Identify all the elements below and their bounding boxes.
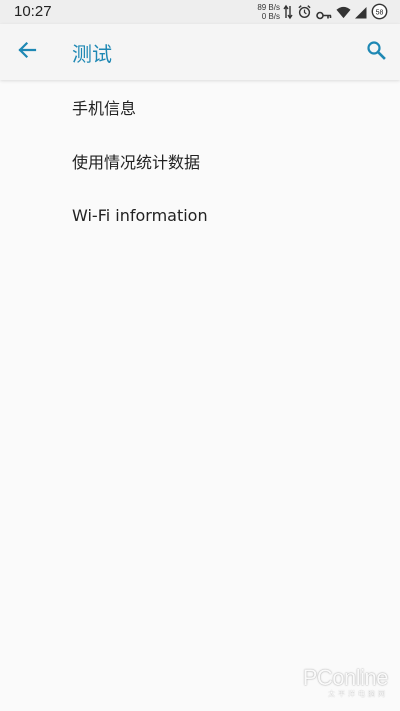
watermark-text: PConline <box>302 665 389 690</box>
vpn-key-icon <box>316 6 332 25</box>
network-speed: 89 B/s 0 B/s <box>244 3 280 21</box>
list-item-label: Wi-Fi information <box>72 205 208 225</box>
data-transfer-icon <box>283 4 293 24</box>
search-icon <box>366 40 386 64</box>
list-item-label: 使用情况统计数据 <box>72 153 201 172</box>
list-item-usage-statistics[interactable]: 使用情况统计数据 <box>0 134 400 188</box>
cellular-signal-icon <box>354 4 367 23</box>
search-button[interactable] <box>359 35 393 69</box>
arrow-back-icon <box>17 40 37 64</box>
list-item-phone-info[interactable]: 手机信息 <box>0 80 400 134</box>
status-time: 10:27 <box>14 3 52 20</box>
network-speed-up: 89 B/s <box>257 3 280 12</box>
list-item-wifi-information[interactable]: Wi-Fi information <box>0 188 400 242</box>
wifi-icon <box>336 4 351 23</box>
back-button[interactable] <box>10 35 44 69</box>
battery-icon: 58 <box>371 3 388 24</box>
watermark-logo: PConline 太平洋电脑网 <box>302 665 389 699</box>
app-bar: 测试 <box>0 24 400 80</box>
page-title: 测试 <box>72 42 112 66</box>
status-bar: 10:27 89 B/s 0 B/s 58 <box>0 0 400 24</box>
battery-level: 58 <box>376 9 384 16</box>
network-speed-down: 0 B/s <box>261 12 280 21</box>
settings-list: 手机信息 使用情况统计数据 Wi-Fi information <box>0 80 400 242</box>
screen: 10:27 89 B/s 0 B/s 58 测试 手机信息 使用情况统计数据 W… <box>0 0 400 711</box>
alarm-icon <box>297 4 312 23</box>
list-item-label: 手机信息 <box>72 99 137 118</box>
